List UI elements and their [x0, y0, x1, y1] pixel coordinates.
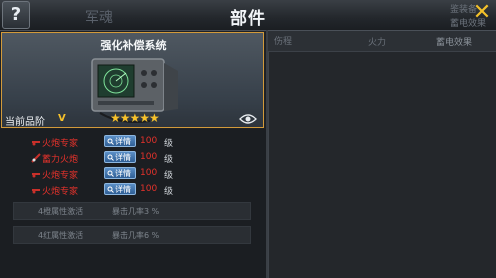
star-rating: ★★★★★ [110, 111, 160, 125]
attribute-condition: 4橙属性激活 [38, 207, 84, 216]
search-icon [107, 138, 114, 145]
part-name: 火炮专家 [42, 171, 79, 181]
level-unit: 级 [164, 187, 174, 197]
level-unit: 级 [164, 155, 174, 165]
detail-button[interactable]: 详情 [104, 135, 136, 147]
list-item: 火炮专家 详情 100 级 [0, 182, 266, 198]
part-card: 强化补偿系统 当前品阶 V ★★★★★ [1, 32, 264, 128]
part-level: 100 [140, 136, 158, 146]
part-name: 火炮专家 [42, 187, 79, 197]
search-icon [107, 154, 114, 161]
attribute-effect: 暴击几率3 % [112, 207, 160, 216]
detail-button[interactable]: 详情 [104, 183, 136, 195]
attribute-row: 4橙属性激活 暴击几率3 % [13, 202, 251, 220]
detail-button[interactable]: 详情 [104, 151, 136, 163]
attribute-effect: 暴击几率6 % [112, 231, 160, 240]
part-name: 蓄力火炮 [42, 155, 79, 165]
background-label: 蓄电效果 [436, 38, 473, 48]
level-unit: 级 [164, 171, 174, 181]
top-bar: ? 军魂 部件 鉴装备 蓄电效果 ✕ [0, 0, 496, 31]
grade-value: V [58, 113, 66, 124]
part-level: 100 [140, 184, 158, 194]
eye-icon[interactable] [239, 113, 257, 125]
right-panel [268, 52, 496, 278]
part-level: 100 [140, 152, 158, 162]
page-title: 部件 [230, 9, 266, 29]
list-item: 火炮专家 详情 100 级 [0, 134, 266, 150]
detail-label: 详情 [115, 153, 131, 162]
detail-label: 详情 [115, 137, 131, 146]
list-item: 蓄力火炮 详情 100 级 [0, 150, 266, 166]
part-level: 100 [140, 168, 158, 178]
background-strip: 伤程 火力 蓄电效果 [268, 31, 496, 52]
close-button[interactable]: ✕ [470, 1, 494, 25]
search-icon [107, 170, 114, 177]
cannon-icon [32, 141, 40, 146]
attribute-condition: 4红属性激活 [38, 231, 84, 240]
part-name: 火炮专家 [42, 139, 79, 149]
charge-cannon-icon [31, 153, 41, 163]
level-unit: 级 [164, 139, 174, 149]
divider [266, 30, 268, 278]
background-label: 伤程 [274, 37, 293, 47]
cannon-icon [32, 189, 40, 194]
attribute-row: 4红属性激活 暴击几率6 % [13, 226, 251, 244]
detail-button[interactable]: 详情 [104, 167, 136, 179]
search-icon [107, 186, 114, 193]
grade-label: 当前品阶 [5, 117, 45, 128]
detail-label: 详情 [115, 169, 131, 178]
detail-label: 详情 [115, 185, 131, 194]
background-label: 火力 [368, 38, 387, 48]
list-item: 火炮专家 详情 100 级 [0, 166, 266, 182]
cannon-icon [32, 173, 40, 178]
